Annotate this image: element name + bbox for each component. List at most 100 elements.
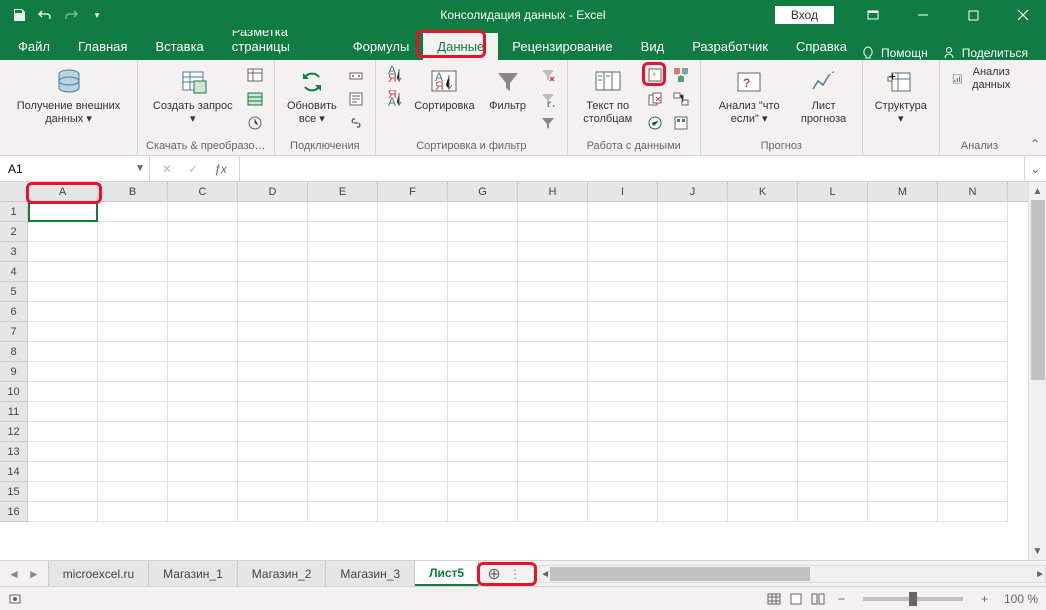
cell[interactable] bbox=[938, 262, 1008, 282]
cell[interactable] bbox=[728, 242, 798, 262]
cell[interactable] bbox=[938, 442, 1008, 462]
cell[interactable] bbox=[798, 242, 868, 262]
cell[interactable] bbox=[518, 342, 588, 362]
cell[interactable] bbox=[588, 222, 658, 242]
cell[interactable] bbox=[378, 402, 448, 422]
sheet-nav-next[interactable]: ► bbox=[28, 567, 40, 581]
cell[interactable] bbox=[168, 462, 238, 482]
column-header[interactable]: J bbox=[658, 182, 728, 201]
cell[interactable] bbox=[98, 222, 168, 242]
filter-button[interactable]: Фильтр bbox=[483, 64, 533, 115]
cell[interactable] bbox=[238, 222, 308, 242]
cell[interactable] bbox=[588, 202, 658, 222]
cell[interactable] bbox=[28, 482, 98, 502]
cell[interactable] bbox=[868, 222, 938, 242]
cell[interactable] bbox=[518, 282, 588, 302]
formula-input[interactable] bbox=[240, 156, 1024, 181]
cell[interactable] bbox=[28, 302, 98, 322]
cell[interactable] bbox=[98, 442, 168, 462]
cell[interactable] bbox=[28, 342, 98, 362]
cell[interactable] bbox=[308, 282, 378, 302]
cell[interactable] bbox=[238, 402, 308, 422]
cell[interactable] bbox=[518, 402, 588, 422]
edit-links-button[interactable] bbox=[345, 112, 367, 134]
cell[interactable] bbox=[308, 442, 378, 462]
cell[interactable] bbox=[98, 382, 168, 402]
select-all-corner[interactable] bbox=[0, 182, 28, 202]
row-header[interactable]: 7 bbox=[0, 322, 28, 342]
cell[interactable] bbox=[728, 262, 798, 282]
cell[interactable] bbox=[28, 502, 98, 522]
cell[interactable] bbox=[28, 422, 98, 442]
cell[interactable] bbox=[238, 202, 308, 222]
cell[interactable] bbox=[938, 302, 1008, 322]
flash-fill-button[interactable] bbox=[644, 64, 666, 86]
cell[interactable] bbox=[308, 302, 378, 322]
cell[interactable] bbox=[98, 322, 168, 342]
cell[interactable] bbox=[238, 482, 308, 502]
cell[interactable] bbox=[28, 242, 98, 262]
cell[interactable] bbox=[308, 202, 378, 222]
cell[interactable] bbox=[168, 382, 238, 402]
cell[interactable] bbox=[588, 442, 658, 462]
cell[interactable] bbox=[378, 422, 448, 442]
sheet-tab[interactable]: microexcel.ru bbox=[48, 561, 149, 586]
sheet-tab[interactable]: Магазин_2 bbox=[238, 561, 327, 586]
cell[interactable] bbox=[658, 282, 728, 302]
cell[interactable] bbox=[868, 342, 938, 362]
cell[interactable] bbox=[658, 322, 728, 342]
cell[interactable] bbox=[238, 282, 308, 302]
tab-file[interactable]: Файл bbox=[4, 33, 64, 60]
cell[interactable] bbox=[518, 242, 588, 262]
share-button[interactable]: Поделиться bbox=[942, 46, 1028, 60]
row-header[interactable]: 13 bbox=[0, 442, 28, 462]
column-header[interactable]: D bbox=[238, 182, 308, 201]
connections-button[interactable] bbox=[345, 64, 367, 86]
sort-desc-button[interactable]: ЯА bbox=[384, 88, 406, 110]
cell[interactable] bbox=[28, 282, 98, 302]
remove-duplicates-button[interactable] bbox=[644, 88, 666, 110]
cell[interactable] bbox=[98, 502, 168, 522]
row-header[interactable]: 10 bbox=[0, 382, 28, 402]
cell[interactable] bbox=[378, 202, 448, 222]
cell[interactable] bbox=[518, 422, 588, 442]
column-header[interactable]: G bbox=[448, 182, 518, 201]
cell[interactable] bbox=[588, 382, 658, 402]
cell[interactable] bbox=[378, 502, 448, 522]
cell[interactable] bbox=[28, 402, 98, 422]
cell[interactable] bbox=[938, 242, 1008, 262]
row-header[interactable]: 14 bbox=[0, 462, 28, 482]
cell[interactable] bbox=[448, 502, 518, 522]
cell[interactable] bbox=[448, 282, 518, 302]
new-query-button[interactable]: Создать запрос ▾ bbox=[146, 64, 239, 128]
cell[interactable] bbox=[588, 422, 658, 442]
cell[interactable] bbox=[728, 502, 798, 522]
name-box[interactable]: ▼ bbox=[0, 156, 150, 181]
cell[interactable] bbox=[798, 502, 868, 522]
row-header[interactable]: 15 bbox=[0, 482, 28, 502]
zoom-in-button[interactable]: + bbox=[981, 592, 988, 606]
cell[interactable] bbox=[518, 302, 588, 322]
cell[interactable] bbox=[28, 462, 98, 482]
cell[interactable] bbox=[728, 322, 798, 342]
cell[interactable] bbox=[168, 422, 238, 442]
cell[interactable] bbox=[238, 422, 308, 442]
grid[interactable]: ABCDEFGHIJKLMN 12345678910111213141516 bbox=[0, 182, 1028, 560]
ribbon-options-button[interactable] bbox=[850, 0, 896, 30]
cell[interactable] bbox=[588, 282, 658, 302]
cell[interactable] bbox=[448, 382, 518, 402]
cell[interactable] bbox=[518, 202, 588, 222]
cell[interactable] bbox=[308, 362, 378, 382]
cell[interactable] bbox=[308, 422, 378, 442]
cell[interactable] bbox=[98, 362, 168, 382]
tell-me-button[interactable]: Помощн bbox=[861, 46, 928, 60]
cell[interactable] bbox=[588, 482, 658, 502]
cell[interactable] bbox=[98, 262, 168, 282]
cell[interactable] bbox=[238, 362, 308, 382]
cell[interactable] bbox=[448, 402, 518, 422]
cell[interactable] bbox=[658, 342, 728, 362]
scroll-left-button[interactable]: ◄ bbox=[540, 566, 550, 584]
cell[interactable] bbox=[308, 242, 378, 262]
cell[interactable] bbox=[98, 202, 168, 222]
column-header[interactable]: A bbox=[28, 182, 98, 201]
